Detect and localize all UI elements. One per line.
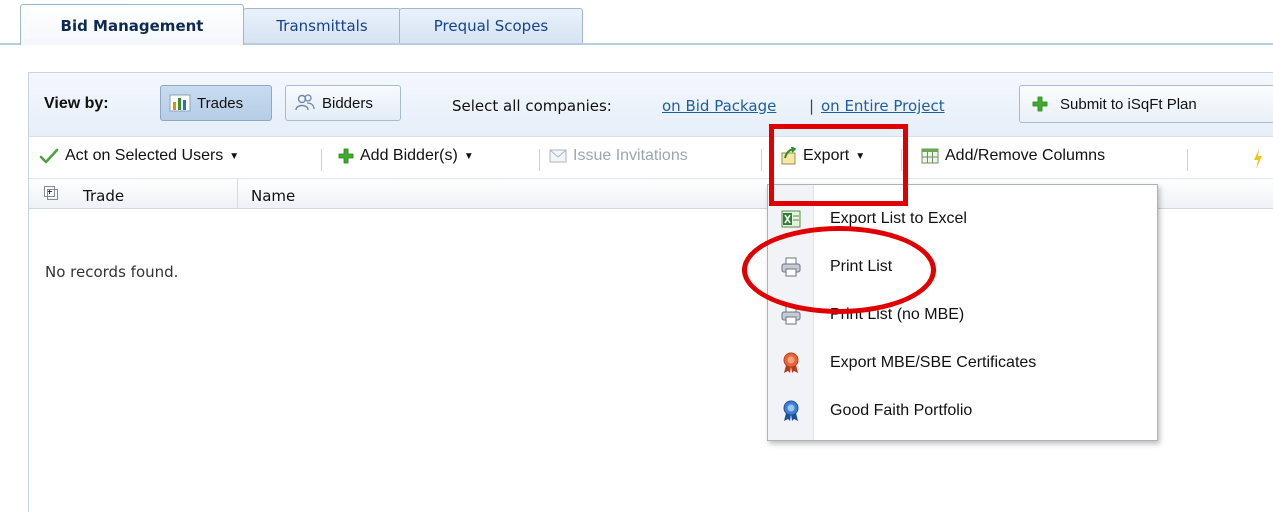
tab-label: Prequal Scopes <box>433 17 549 35</box>
toolbar-divider <box>539 149 540 171</box>
add-remove-columns-button[interactable]: Add/Remove Columns <box>921 147 1105 165</box>
menu-item-export-mbe-certificates[interactable]: Export MBE/SBE Certificates <box>768 339 1157 387</box>
columns-icon <box>921 148 939 164</box>
column-divider <box>237 179 238 209</box>
annotation-highlight-rectangle <box>769 124 908 206</box>
chevron-down-icon: ▼ <box>229 150 240 162</box>
view-bidders-label: Bidders <box>322 94 373 112</box>
lightning-icon[interactable] <box>1253 149 1263 169</box>
issue-invitations-button[interactable]: Issue Invitations <box>549 147 688 165</box>
menu-item-label: Export MBE/SBE Certificates <box>830 354 1037 371</box>
add-bidders-button[interactable]: Add Bidder(s) ▼ <box>338 147 474 165</box>
ribbon-award-icon <box>768 352 814 374</box>
annotation-highlight-ellipse <box>742 226 936 314</box>
excel-icon <box>768 210 814 228</box>
bar-chart-icon <box>169 93 191 113</box>
submit-label: Submit to iSqFt Plan <box>1060 95 1197 113</box>
tab-prequal-scopes[interactable]: Prequal Scopes <box>399 8 583 44</box>
bidder-toolbar: Act on Selected Users ▼ Add Bidder(s) ▼ … <box>29 137 1273 179</box>
checkmark-icon <box>39 147 59 165</box>
ribbon-award-icon <box>768 400 814 422</box>
add-remove-columns-label: Add/Remove Columns <box>945 147 1106 164</box>
select-bid-package-link[interactable]: on Bid Package <box>662 97 776 115</box>
view-by-label: View by: <box>44 95 109 112</box>
tab-label: Bid Management <box>60 17 204 35</box>
view-trades-label: Trades <box>197 94 244 112</box>
envelope-icon <box>549 149 567 163</box>
tab-transmittals[interactable]: Transmittals <box>243 8 401 44</box>
menu-item-label: Good Faith Portfolio <box>830 402 973 419</box>
act-on-selected-users-label: Act on Selected Users <box>65 147 224 164</box>
plus-icon <box>338 148 354 164</box>
empty-grid-message: No records found. <box>45 263 179 281</box>
add-bidders-label: Add Bidder(s) <box>360 147 458 164</box>
plus-icon <box>1032 96 1048 112</box>
select-entire-project-link[interactable]: on Entire Project <box>821 97 945 115</box>
menu-item-good-faith-portfolio[interactable]: Good Faith Portfolio <box>768 387 1157 435</box>
issue-invitations-label: Issue Invitations <box>573 147 688 164</box>
view-by-bar: View by: Trades Bidders Select all compa… <box>29 73 1273 137</box>
tab-bid-management[interactable]: Bid Management <box>20 4 244 45</box>
column-header-trade[interactable]: Trade <box>83 187 124 205</box>
chevron-down-icon: ▼ <box>463 150 474 162</box>
people-icon <box>294 93 316 113</box>
column-header-name[interactable]: Name <box>251 187 295 205</box>
tab-bar: Bid Management Transmittals Prequal Scop… <box>0 0 1273 45</box>
toolbar-divider <box>761 149 762 171</box>
view-trades-button[interactable]: Trades <box>160 85 272 121</box>
submit-to-isqft-button[interactable]: Submit to iSqFt Plan <box>1019 85 1273 123</box>
toolbar-divider <box>321 149 322 171</box>
link-separator: | <box>809 97 815 115</box>
expand-all-icon[interactable] <box>44 186 58 200</box>
select-all-label: Select all companies: <box>452 97 612 115</box>
act-on-selected-users-button[interactable]: Act on Selected Users ▼ <box>39 147 239 165</box>
view-bidders-button[interactable]: Bidders <box>285 85 401 121</box>
tab-label: Transmittals <box>276 17 368 35</box>
toolbar-divider <box>1187 149 1188 171</box>
